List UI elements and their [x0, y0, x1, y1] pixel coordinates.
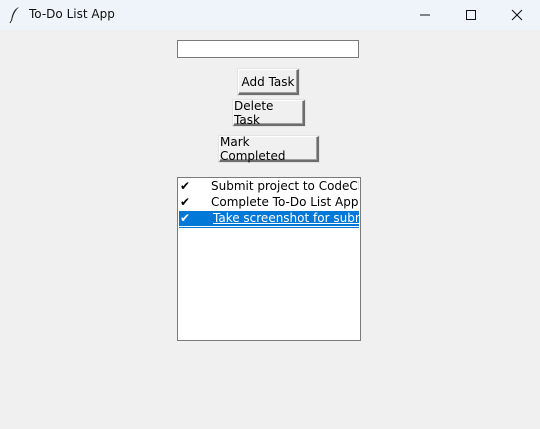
- task-label: Take screenshot for submission: [213, 211, 359, 225]
- check-icon: ✔: [180, 195, 191, 209]
- window-title: To-Do List App: [29, 7, 115, 21]
- task-label: Complete To-Do List App: [211, 195, 359, 209]
- minimize-button[interactable]: [402, 0, 448, 30]
- app-window: To-Do List App Add Task Delete Task Mark…: [0, 0, 540, 429]
- task-listbox[interactable]: ✔ Submit project to CodeClausе ✔ Complet…: [177, 177, 361, 341]
- add-task-button[interactable]: Add Task: [238, 69, 299, 95]
- list-item[interactable]: ✔ Submit project to CodeClausе: [179, 179, 359, 194]
- task-input[interactable]: [177, 40, 359, 58]
- title-bar[interactable]: To-Do List App: [0, 0, 540, 30]
- delete-task-button[interactable]: Delete Task: [233, 99, 305, 127]
- minimize-icon: [419, 6, 431, 25]
- task-label: Submit project to CodeClausе: [211, 179, 359, 193]
- close-button[interactable]: [494, 0, 540, 30]
- maximize-button[interactable]: [448, 0, 494, 30]
- maximize-icon: [465, 6, 477, 25]
- mark-completed-button[interactable]: Mark Completed: [219, 135, 319, 163]
- check-icon: ✔: [180, 179, 191, 193]
- close-icon: [511, 6, 523, 25]
- list-item[interactable]: ✔ Complete To-Do List App: [179, 195, 359, 210]
- feather-icon: [8, 6, 22, 24]
- list-item-selected[interactable]: ✔ Take screenshot for submission: [179, 211, 359, 227]
- check-icon: ✔: [180, 211, 191, 225]
